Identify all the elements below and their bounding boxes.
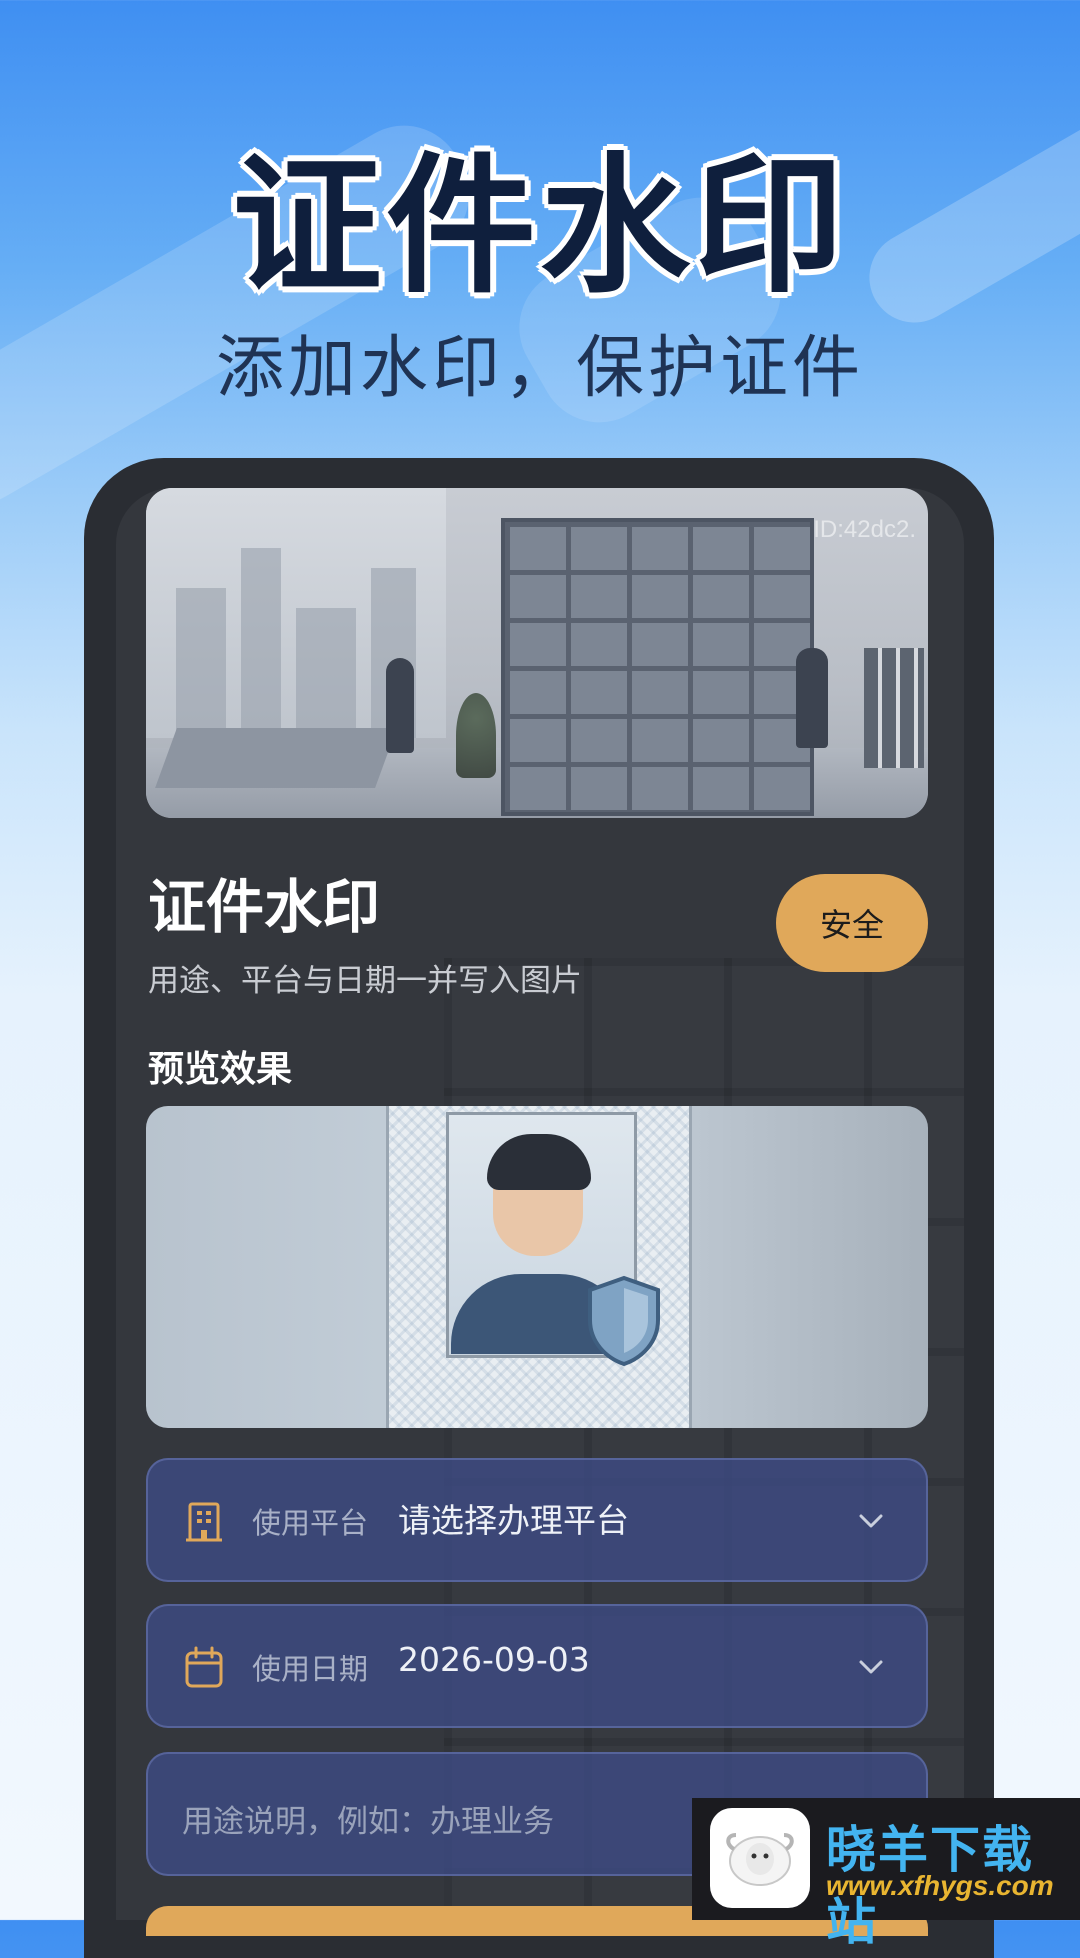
office-desk: [155, 728, 397, 788]
chevron-down-icon: [856, 1506, 886, 1536]
platform-select[interactable]: 使用平台 请选择办理平台: [146, 1458, 928, 1582]
building-icon: [184, 1500, 224, 1544]
site-url-text: www.xfhygs.com: [826, 1870, 1054, 1901]
date-value: 2026-09-03: [398, 1640, 590, 1679]
calendar-icon: [184, 1646, 224, 1690]
card-description: 用途、平台与日期一并写入图片: [148, 963, 582, 999]
sheep-logo-icon: [710, 1808, 810, 1908]
city-building: [296, 608, 356, 738]
hero-title: 证件水印: [231, 140, 848, 314]
purpose-placeholder: 用途说明，例如：办理业务: [182, 1804, 554, 1840]
city-building: [241, 548, 281, 738]
city-building: [176, 588, 226, 738]
plant: [456, 693, 496, 778]
binders: [864, 648, 924, 768]
shield-icon: [584, 1274, 664, 1368]
file-cabinet: [501, 518, 814, 816]
platform-value: 请选择办理平台: [398, 1501, 629, 1540]
date-select[interactable]: 使用日期 2026-09-03: [146, 1604, 928, 1728]
safe-badge: 安全: [776, 874, 928, 972]
site-watermark: 晓羊下载站 www.xfhygs.com: [692, 1798, 1080, 1951]
id-watermark-text: ID:42dc2.: [813, 516, 916, 543]
chevron-down-icon: [856, 1652, 886, 1682]
person-figure: [796, 648, 828, 748]
preview-label: 预览效果: [148, 1049, 293, 1090]
person-figure: [386, 658, 414, 753]
card-title: 证件水印: [148, 873, 381, 941]
preview-image: [146, 1106, 928, 1428]
hero-subtitle: 添加水印，保护证件: [215, 329, 864, 408]
platform-label: 使用平台: [252, 1506, 369, 1540]
date-label: 使用日期: [252, 1652, 369, 1686]
office-illustration: ID:42dc2.: [146, 488, 928, 818]
